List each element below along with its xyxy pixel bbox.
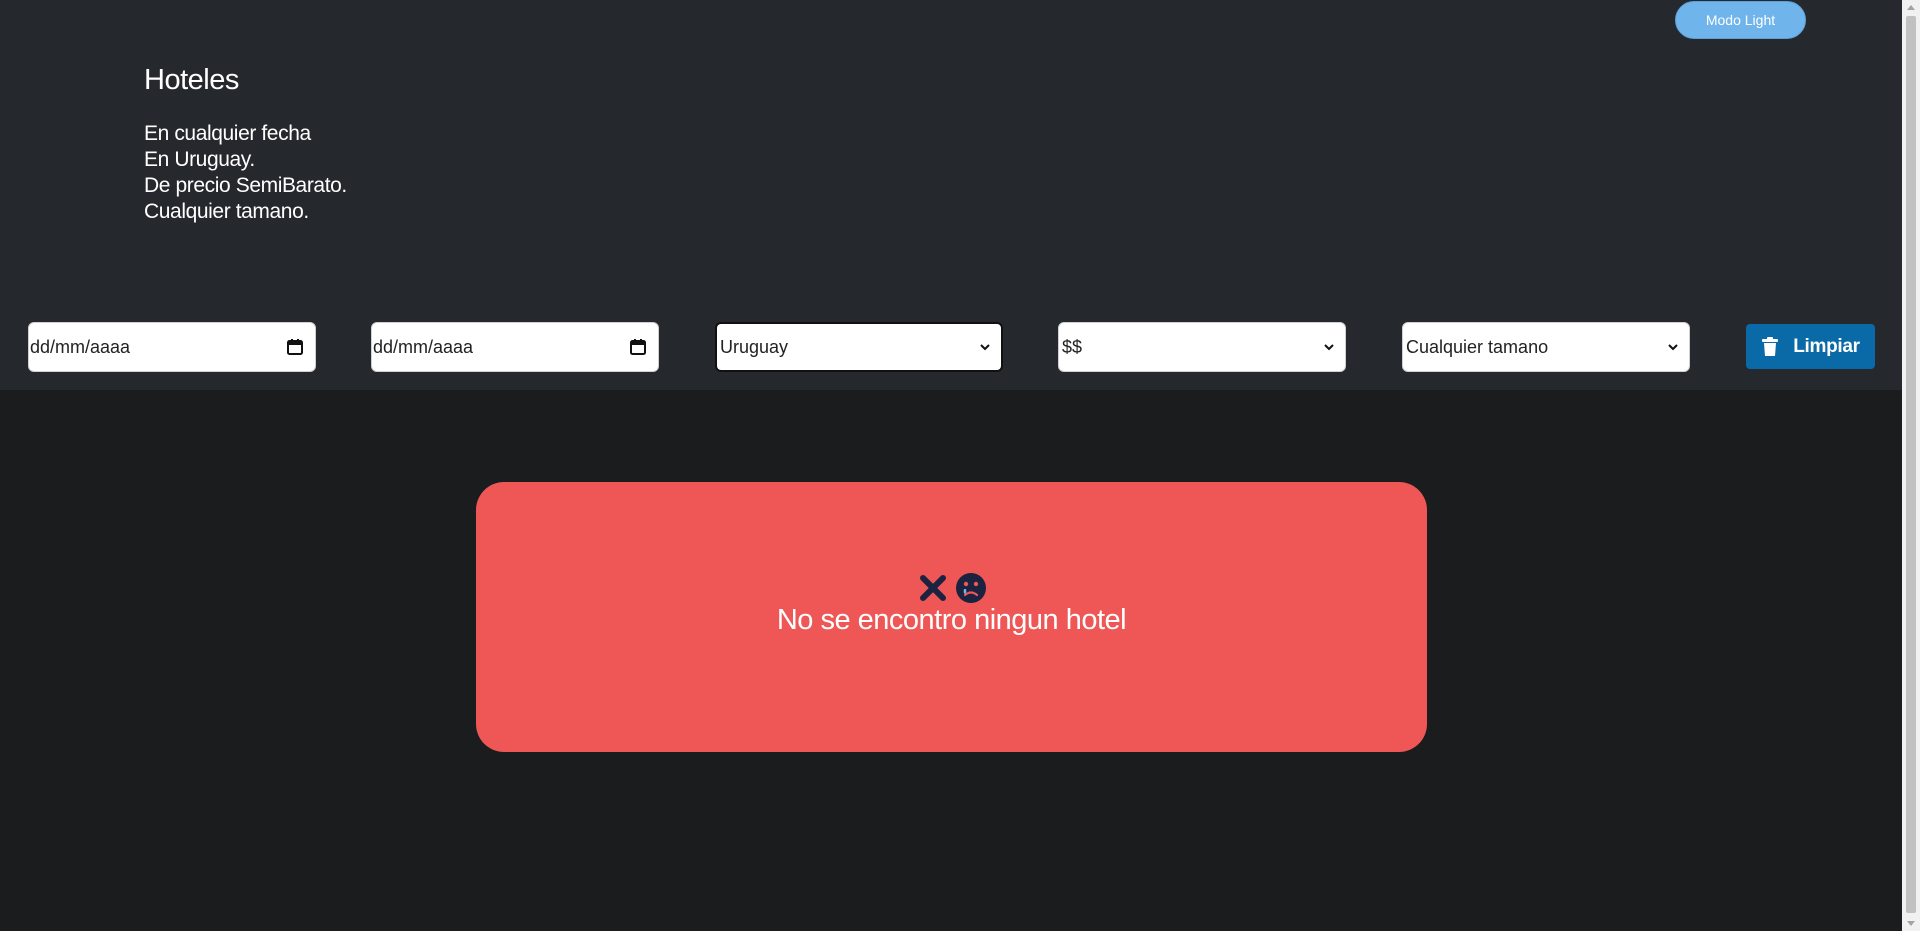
country-select[interactable]: Uruguay xyxy=(715,322,1003,372)
chevron-down-icon xyxy=(1324,344,1334,351)
scroll-up-arrow-icon[interactable] xyxy=(1907,5,1915,10)
chevron-down-icon xyxy=(980,344,990,351)
size-select[interactable]: Cualquier tamano xyxy=(1402,322,1690,372)
trash-icon xyxy=(1762,336,1779,356)
clear-filters-label: Limpiar xyxy=(1793,335,1860,357)
page-header: Modo Light Hoteles En cualquier fecha En… xyxy=(0,0,1902,305)
scrollbar-thumb[interactable] xyxy=(1906,16,1916,913)
no-results-card: No se encontro ningun hotel xyxy=(476,482,1427,752)
search-summary: En cualquier fecha En Uruguay. De precio… xyxy=(144,121,347,225)
chevron-down-icon xyxy=(1668,344,1678,351)
date-from-value: dd/mm/aaaa xyxy=(30,336,131,357)
no-results-message: No se encontro ningun hotel xyxy=(776,604,1127,636)
sad-face-icon xyxy=(955,573,986,603)
page-title: Hoteles xyxy=(144,64,239,96)
country-select-value: Uruguay xyxy=(720,336,789,357)
price-select[interactable]: $$ xyxy=(1058,322,1346,372)
close-icon xyxy=(919,575,946,601)
date-to-value: dd/mm/aaaa xyxy=(373,336,474,357)
calendar-icon[interactable] xyxy=(286,338,304,356)
date-to-input[interactable]: dd/mm/aaaa xyxy=(371,322,659,372)
vertical-scrollbar[interactable] xyxy=(1902,0,1920,931)
no-results-icons xyxy=(476,572,1427,604)
summary-date: En cualquier fecha xyxy=(144,122,311,145)
calendar-icon[interactable] xyxy=(629,338,647,356)
summary-country: En Uruguay. xyxy=(144,148,255,171)
scroll-down-arrow-icon[interactable] xyxy=(1907,921,1915,926)
date-from-input[interactable]: dd/mm/aaaa xyxy=(28,322,316,372)
price-select-value: $$ xyxy=(1062,336,1083,357)
filters-bar: dd/mm/aaaa dd/mm/aaaa Uruguay $$ Cualqui… xyxy=(0,305,1902,390)
clear-filters-button[interactable]: Limpiar xyxy=(1746,324,1875,369)
size-select-value: Cualquier tamano xyxy=(1406,336,1549,357)
summary-size: Cualquier tamano. xyxy=(144,200,309,223)
summary-price: De precio SemiBarato. xyxy=(144,174,347,197)
mode-light-button[interactable]: Modo Light xyxy=(1675,1,1806,39)
